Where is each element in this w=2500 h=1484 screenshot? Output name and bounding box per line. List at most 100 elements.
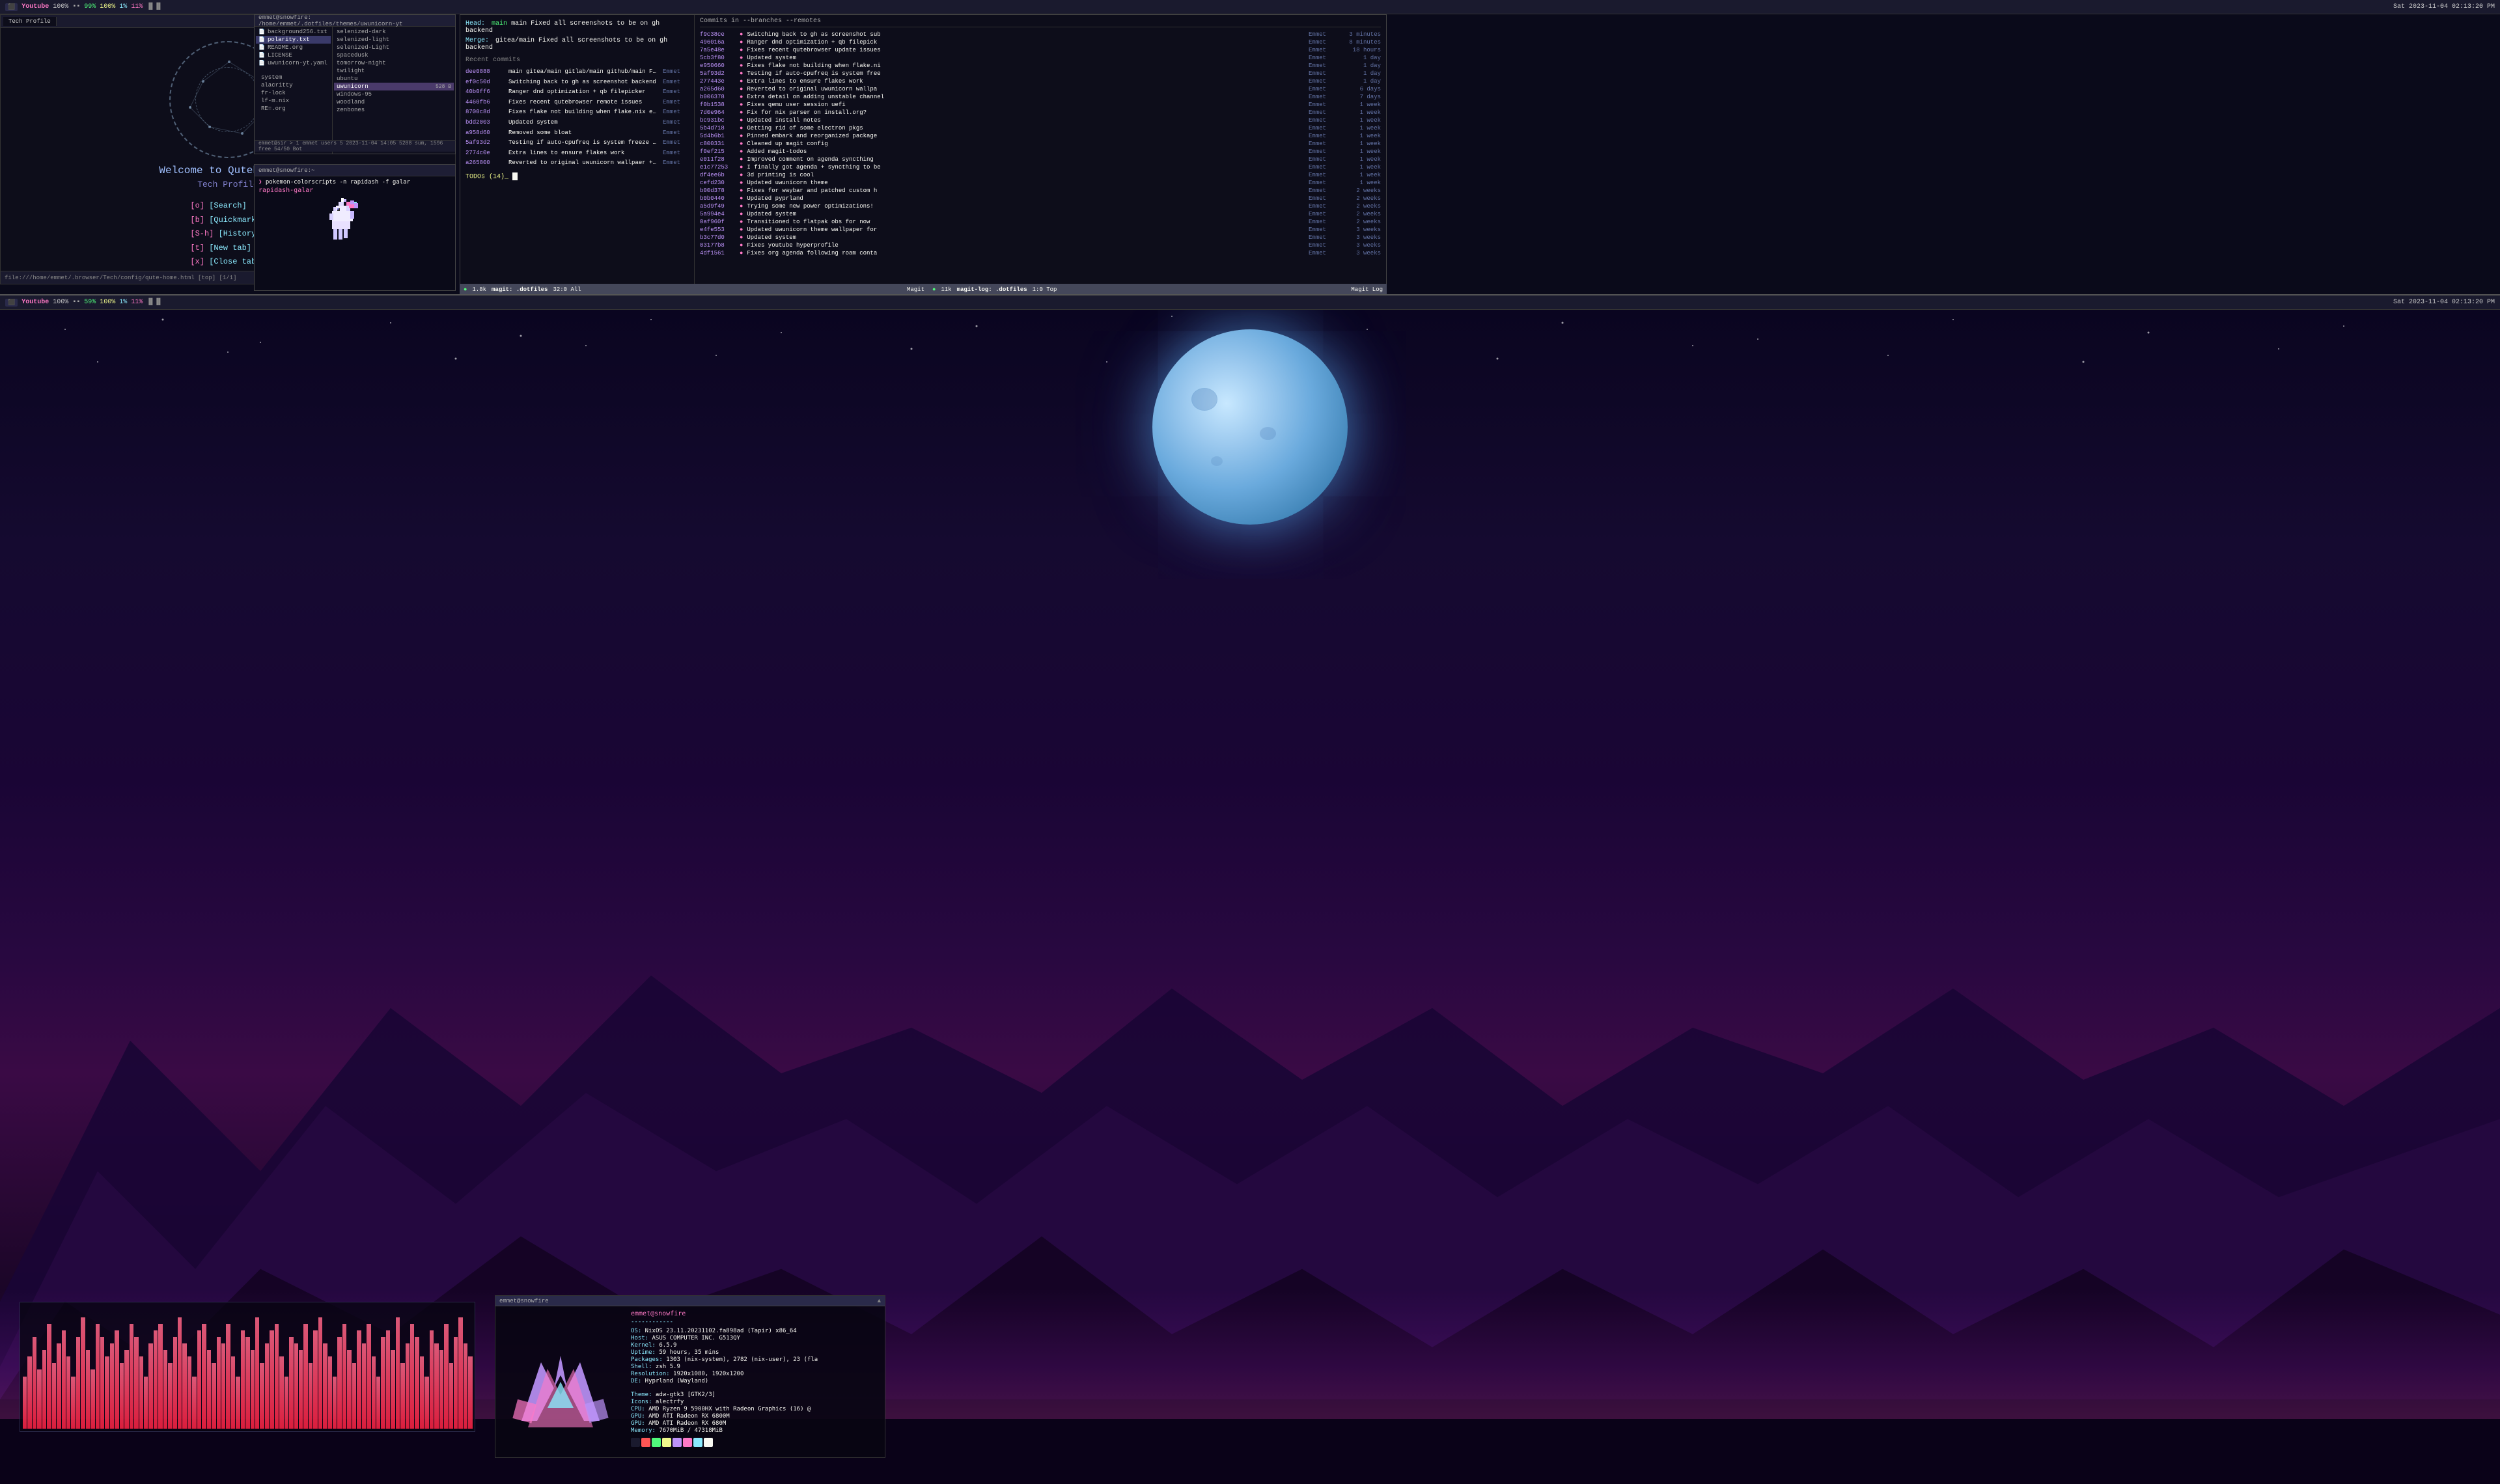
log-row[interactable]: b006378●Extra detail on adding unstable … xyxy=(700,94,1381,100)
fm-item-license[interactable]: 📄LICENSE xyxy=(256,51,331,59)
vis-bar xyxy=(294,1343,298,1429)
commit-row[interactable]: bdd2003Updated systemEmmet xyxy=(465,118,689,127)
workspace-indicator[interactable]: ⬛ xyxy=(5,3,18,11)
log-row[interactable]: f0b1538●Fixes qemu user session uefiEmme… xyxy=(700,102,1381,108)
neofetch-line: Packages: 1303 (nix-system), 2782 (nix-u… xyxy=(631,1356,880,1363)
top-bar-monitor1: ⬛ Youtube 100% ▪▪ 99% 100% 1% 11% ▐▌▐▌ S… xyxy=(0,0,2500,14)
top-bar-monitor2: ⬛ Youtube 100% ▪▪ 59% 100% 1% 11% ▐▌▐▌ S… xyxy=(0,295,2500,310)
fm-lfmnix[interactable]: lf-m.nix xyxy=(258,97,328,105)
fm-theme-selenized-dark[interactable]: selenized-dark xyxy=(334,28,454,36)
fm-theme-selenized-light2[interactable]: selenized-Light xyxy=(334,44,454,51)
log-row[interactable]: e950660●Fixes flake not building when fl… xyxy=(700,62,1381,69)
workspace-indicator2[interactable]: ⬛ xyxy=(5,299,18,307)
app-name: Youtube xyxy=(21,3,49,10)
log-row[interactable]: f9c38ce●Switching back to gh as screensh… xyxy=(700,31,1381,38)
fm-theme-woodland[interactable]: woodland xyxy=(334,98,454,106)
fm-item-yaml[interactable]: 📄uwunicorn-yt.yaml xyxy=(256,59,331,67)
vis-bar xyxy=(313,1330,317,1429)
vis-bar xyxy=(226,1324,230,1429)
log-row[interactable]: 496016a●Ranger dnd optimization + qb fil… xyxy=(700,39,1381,46)
vis-bar xyxy=(212,1363,215,1429)
log-row[interactable]: 5af93d2●Testing if auto-cpufreq is syste… xyxy=(700,70,1381,77)
log-row[interactable]: b3c77d0●Updated systemEmmet3 weeks xyxy=(700,234,1381,241)
fm-theme-ubuntu[interactable]: ubuntu xyxy=(334,75,454,83)
neofetch-logo-area xyxy=(495,1306,626,1457)
vis-bar xyxy=(90,1369,94,1429)
fm-theme-spacedusk[interactable]: spacedusk xyxy=(334,51,454,59)
log-row[interactable]: 277443e●Extra lines to ensure flakes wor… xyxy=(700,78,1381,85)
neofetch-line: Kernel: 6.5.9 xyxy=(631,1342,880,1349)
vis-bar xyxy=(347,1350,351,1429)
fm-alacritty[interactable]: alacritty xyxy=(258,81,328,89)
commit-row[interactable]: a265800Reverted to original uwunicorn wa… xyxy=(465,159,689,167)
fm-item-polarity[interactable]: 📄polarity.txt xyxy=(256,36,331,44)
vis-bar xyxy=(124,1350,128,1429)
log-row[interactable]: a265d60●Reverted to original uwunicorn w… xyxy=(700,86,1381,92)
log-row[interactable]: 0af960f●Transitioned to flatpak obs for … xyxy=(700,219,1381,225)
vis-bar xyxy=(328,1356,332,1429)
log-row[interactable]: f0ef215●Added magit-todosEmmet1 week xyxy=(700,148,1381,155)
vis-bar xyxy=(163,1350,167,1429)
vis-bar xyxy=(144,1377,148,1429)
log-row[interactable]: 4df1561●Fixes org agenda following roam … xyxy=(700,250,1381,256)
recent-commits-title: Recent commits xyxy=(465,57,689,64)
log-row[interactable]: 03177b8●Fixes youtube hyperprofileEmmet3… xyxy=(700,242,1381,249)
fm-theme-tomorrow[interactable]: tomorrow-night xyxy=(334,59,454,67)
vis-bar xyxy=(410,1324,414,1429)
fm-system[interactable]: system xyxy=(258,74,328,81)
log-row[interactable]: 5d4b6b1●Pinned embark and reorganized pa… xyxy=(700,133,1381,139)
vis-bar xyxy=(386,1330,390,1429)
commit-row[interactable]: 5af93d2Testing if auto-cpufreq is system… xyxy=(465,139,689,147)
fm-item-background[interactable]: 📄background256.txt xyxy=(256,28,331,36)
log-row[interactable]: c800331●Cleaned up magit configEmmet1 we… xyxy=(700,141,1381,147)
commit-row[interactable]: 4460fb6Fixes recent qutebrowser remote i… xyxy=(465,98,689,107)
fm-reorg[interactable]: RE=.org xyxy=(258,105,328,113)
commit-row[interactable]: ef0c50dSwitching back to gh as screensho… xyxy=(465,78,689,87)
log-row[interactable]: e4fe553●Updated uwunicorn theme wallpape… xyxy=(700,227,1381,233)
log-row[interactable]: 7d0e964●Fix for nix parser on install.or… xyxy=(700,109,1381,116)
vis-bar xyxy=(279,1356,283,1429)
fm-theme-selenized-light[interactable]: selenized-light xyxy=(334,36,454,44)
fm-theme-twilight[interactable]: twilight xyxy=(334,67,454,75)
log-row[interactable]: 7a5e48e●Fixes recent qutebrowser update … xyxy=(700,47,1381,53)
git-log-title: Commits in --branches --remotes xyxy=(700,18,1381,27)
net-stat: 11% xyxy=(131,3,143,10)
log-row[interactable]: e1c77253●I finally got agenda + syncthin… xyxy=(700,164,1381,171)
git-status-dot: ● xyxy=(464,286,467,293)
vis-bar xyxy=(372,1356,376,1429)
vis-bar xyxy=(231,1356,235,1429)
commit-row[interactable]: 2774c0eExtra lines to ensure flakes work… xyxy=(465,149,689,158)
commit-row[interactable]: 40b0ff6Ranger dnd optimization + qb file… xyxy=(465,88,689,96)
commit-row[interactable]: dee0888main gitea/main gitlab/main githu… xyxy=(465,68,689,76)
moon-crater1 xyxy=(1191,388,1217,411)
fm-theme-windows95[interactable]: windows-95 xyxy=(334,90,454,98)
log-row[interactable]: b0b0440●Updated pyprlandEmmet2 weeks xyxy=(700,195,1381,202)
neofetch-line: Host: ASUS COMPUTER INC. G513QY xyxy=(631,1335,880,1341)
color-swatch xyxy=(683,1438,692,1447)
log-row[interactable]: e011f28●Improved comment on agenda synct… xyxy=(700,156,1381,163)
fm-frlock[interactable]: fr-lock xyxy=(258,89,328,97)
log-row[interactable]: 5cb3f80●Updated systemEmmet1 day xyxy=(700,55,1381,61)
vis-bar xyxy=(71,1377,75,1429)
commit-row[interactable]: a958d60Removed some bloatEmmet xyxy=(465,129,689,137)
neofetch-color-blocks xyxy=(631,1438,880,1447)
log-row[interactable]: b00d378●Fixes for waybar and patched cus… xyxy=(700,187,1381,194)
fm-theme-uwunicorn[interactable]: uwunicorn528 B xyxy=(334,83,454,90)
log-row[interactable]: a5d9f49●Trying some new power optimizati… xyxy=(700,203,1381,210)
log-row[interactable]: 5a994e4●Updated systemEmmet2 weeks xyxy=(700,211,1381,217)
commit-row[interactable]: 8700c8dFixes flake not building when fla… xyxy=(465,108,689,117)
log-row[interactable]: 5b4d718●Getting rid of some electron pkg… xyxy=(700,125,1381,131)
log-row[interactable]: bc931bc●Updated install notesEmmet1 week xyxy=(700,117,1381,124)
big-moon xyxy=(1152,329,1348,525)
neofetch-line: Icons: alectrfy xyxy=(631,1399,880,1405)
vis-bar xyxy=(464,1343,467,1429)
log-row[interactable]: cefd230●Updated uwunicorn themeEmmet1 we… xyxy=(700,180,1381,186)
tab-tech-profile[interactable]: Tech Profile xyxy=(3,17,57,26)
fm-theme-zenbones[interactable]: zenbones xyxy=(334,106,454,114)
vis-bar xyxy=(33,1337,36,1429)
datetime: Sat 2023-11-04 02:13:20 PM xyxy=(2393,3,2495,10)
color-swatch xyxy=(631,1438,640,1447)
log-row[interactable]: df4ee6b●3d printing is coolEmmet1 week xyxy=(700,172,1381,178)
fm-item-readme[interactable]: 📄README.org xyxy=(256,44,331,51)
vis-bar xyxy=(217,1337,221,1429)
